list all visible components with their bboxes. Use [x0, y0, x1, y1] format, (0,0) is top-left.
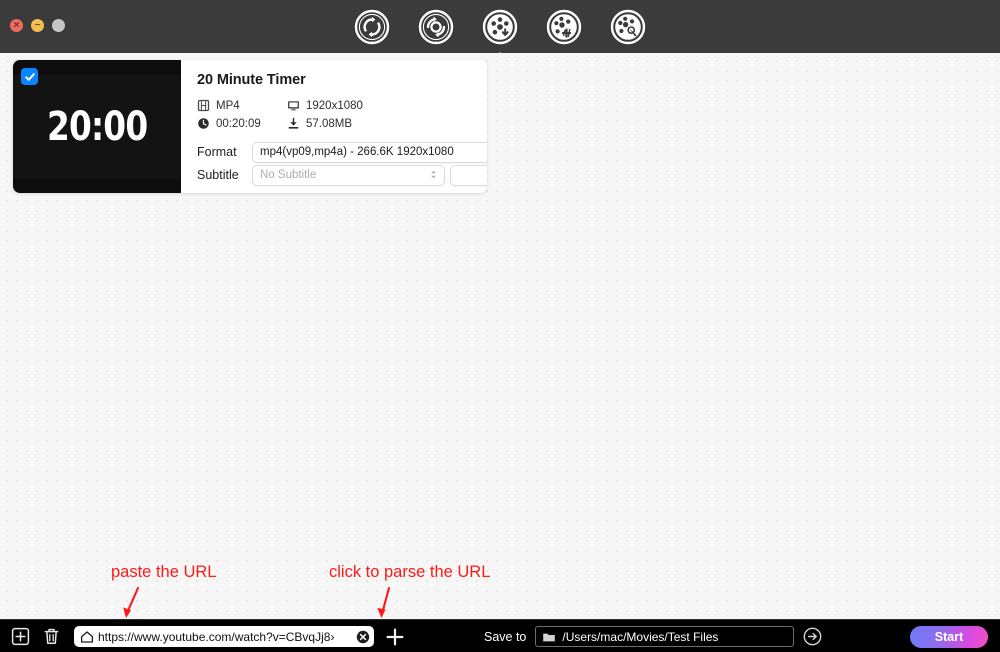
close-icon: × [13, 19, 20, 31]
format-label: Format [197, 145, 237, 159]
subtitle-select-value: No Subtitle [260, 169, 317, 181]
subtitle-select[interactable]: No Subtitle [252, 164, 445, 186]
save-to-path-field[interactable]: /Users/mac/Movies/Test Files [535, 626, 795, 647]
url-input-value: https://www.youtube.com/watch?v=CBvqJj8› [98, 629, 335, 644]
meta-filesize: 57.08MB [287, 117, 487, 130]
save-to-path-value: /Users/mac/Movies/Test Files [562, 629, 719, 644]
format-row: Format mp4(vp09,mp4a) - 266.6K 1920x1080 [197, 141, 487, 163]
toolbar-item-convert[interactable] [353, 8, 391, 46]
app-window: × − 20:00 20 Minute Timer MP4 1920x1080 … [0, 0, 1000, 652]
clock-icon [198, 118, 209, 129]
clear-circle-icon[interactable] [356, 630, 370, 644]
meta-resolution: 1920x1080 [287, 99, 487, 112]
checkmark-icon [24, 72, 35, 81]
minimize-icon: − [34, 19, 41, 31]
download-size-icon [288, 117, 299, 129]
meta-format: MP4 [197, 99, 287, 112]
start-button[interactable]: Start [910, 625, 988, 648]
arrow-right-circle-icon [803, 627, 822, 646]
annotation-arrow-parse [377, 586, 391, 618]
video-title: 20 Minute Timer [197, 72, 306, 88]
meta-filesize-label: 57.08MB [306, 117, 353, 130]
zoom-button[interactable] [52, 19, 65, 32]
subtitle-stepper-icon [429, 169, 438, 180]
video-meta-grid: MP4 1920x1080 00:20:09 57.08MB [197, 99, 487, 130]
trash-icon [44, 628, 58, 644]
annotation-paste-url: paste the URL [111, 563, 217, 581]
recorder-icon [610, 9, 646, 44]
plus-icon [386, 628, 404, 645]
toolbar-item-editor[interactable] [545, 8, 583, 46]
editor-icon [546, 9, 582, 44]
thumbnail-image: 20:00 [13, 74, 181, 179]
task-options: Format mp4(vp09,mp4a) - 266.6K 1920x1080… [197, 141, 487, 186]
toolbar-item-ripper[interactable] [417, 8, 455, 46]
close-button[interactable]: × [10, 19, 23, 32]
meta-format-label: MP4 [216, 99, 240, 112]
format-select-value: mp4(vp09,mp4a) - 266.6K 1920x1080 [260, 146, 454, 158]
parse-url-button[interactable] [384, 626, 406, 648]
monitor-icon [288, 101, 299, 111]
download-task-card[interactable]: 20:00 20 Minute Timer MP4 1920x1080 00:2… [13, 60, 487, 193]
window-controls: × − [10, 19, 65, 32]
subtitle-secondary-select[interactable] [450, 164, 487, 186]
add-box-icon [11, 627, 29, 646]
home-icon [80, 630, 94, 643]
bottom-toolbar: https://www.youtube.com/watch?v=CBvqJj8›… [0, 619, 1000, 652]
folder-icon [543, 633, 556, 641]
downloader-icon [482, 9, 518, 44]
delete-task-button[interactable] [40, 626, 62, 648]
meta-resolution-label: 1920x1080 [306, 99, 363, 112]
subtitle-label: Subtitle [197, 168, 239, 182]
chevron-updown-icon [431, 170, 436, 178]
format-select[interactable]: mp4(vp09,mp4a) - 266.6K 1920x1080 [252, 141, 487, 163]
meta-duration-label: 00:20:09 [216, 117, 261, 130]
titlebar: × − [0, 0, 1000, 60]
meta-duration: 00:20:09 [197, 117, 287, 130]
subtitle-row: Subtitle No Subtitle [197, 164, 487, 186]
toolbar-item-downloader[interactable] [481, 8, 519, 60]
rip-disc-icon [418, 9, 454, 44]
film-icon [197, 99, 210, 112]
annotation-parse-url: click to parse the URL [329, 563, 491, 581]
video-details: 20 Minute Timer MP4 1920x1080 00:20:09 5… [181, 60, 487, 193]
add-task-button[interactable] [9, 626, 31, 648]
convert-icon [354, 9, 390, 44]
module-toolbar [0, 0, 1000, 60]
minimize-button[interactable]: − [31, 19, 44, 32]
task-select-checkbox[interactable] [21, 68, 38, 85]
toolbar-item-recorder[interactable] [609, 8, 647, 46]
video-thumbnail: 20:00 [13, 60, 181, 193]
save-to-label: Save to [484, 629, 527, 644]
open-folder-button[interactable] [803, 627, 822, 646]
annotation-arrow-paste [123, 586, 140, 618]
thumbnail-timer-text: 20:00 [46, 103, 148, 150]
url-input[interactable]: https://www.youtube.com/watch?v=CBvqJj8› [74, 626, 374, 647]
